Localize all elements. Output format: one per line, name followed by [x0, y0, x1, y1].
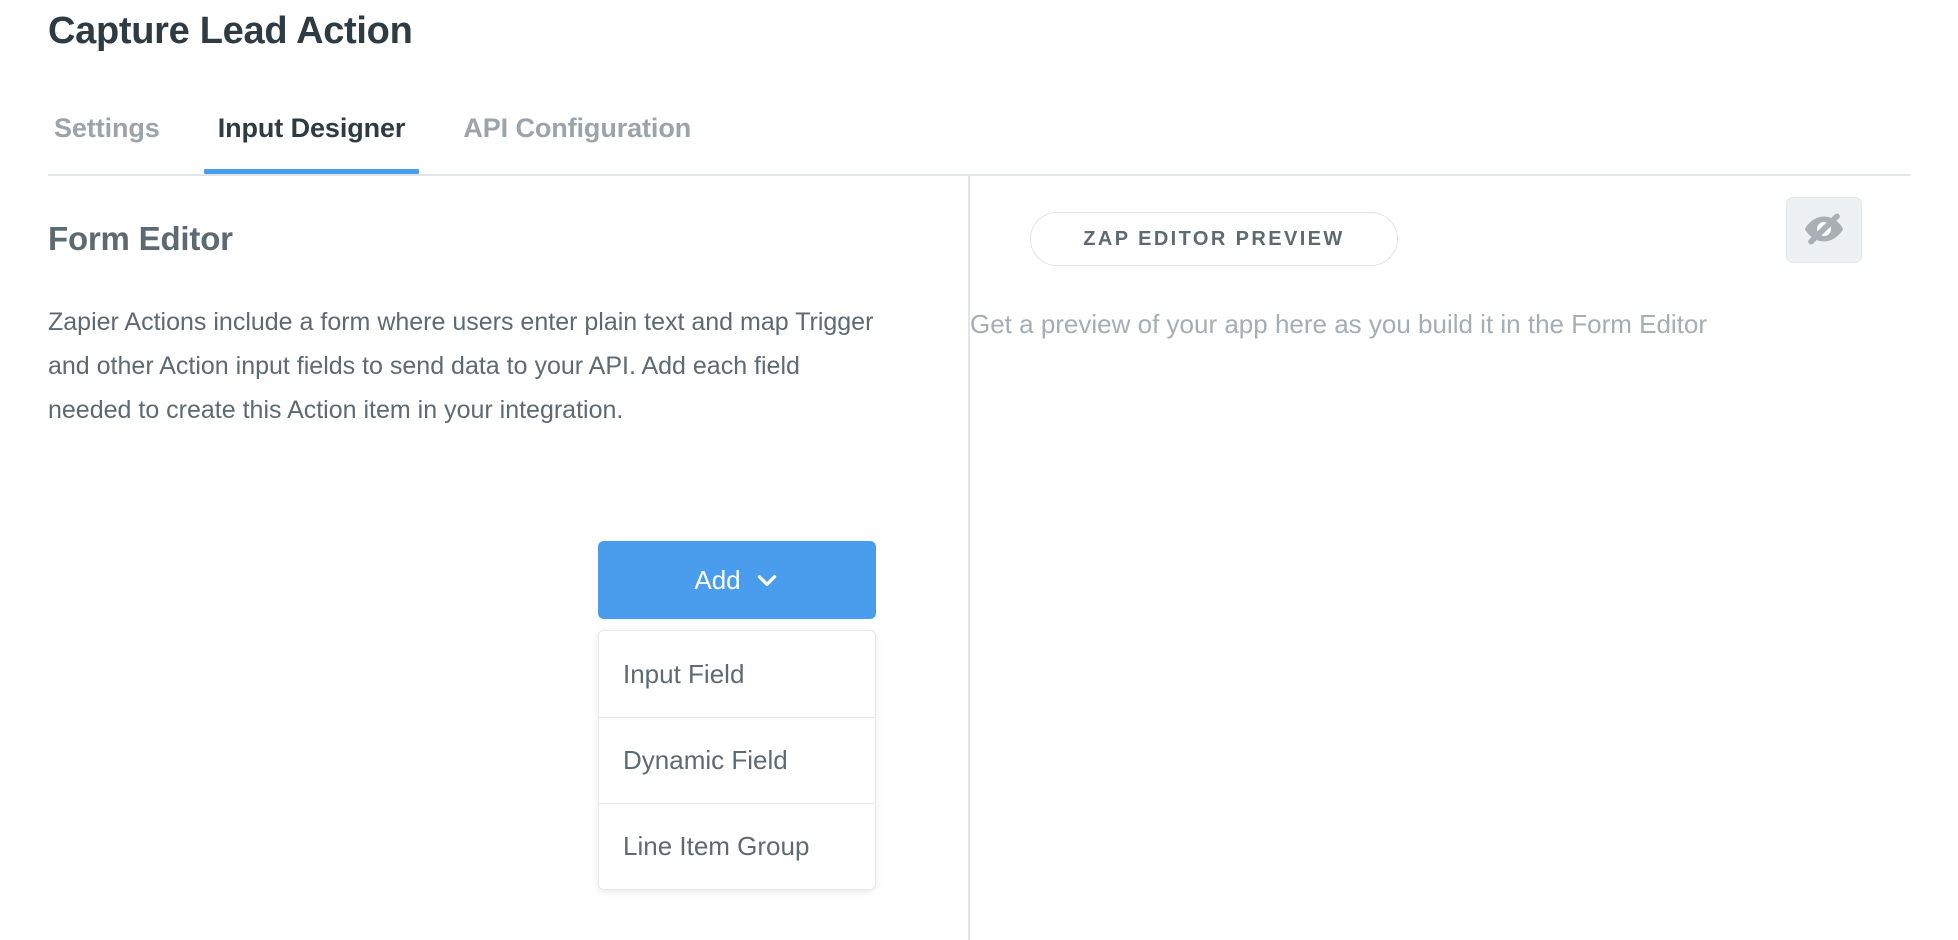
tab-settings[interactable]: Settings: [48, 112, 166, 174]
tab-input-designer[interactable]: Input Designer: [212, 112, 412, 174]
add-menu-container: Add Input Field Dynamic Field Line Item …: [598, 541, 876, 890]
add-button[interactable]: Add: [598, 541, 876, 619]
eye-off-icon: [1804, 209, 1844, 252]
form-editor-heading: Form Editor: [48, 220, 233, 258]
form-editor-panel: Form Editor Zapier Actions include a for…: [48, 176, 938, 940]
chevron-down-icon: [754, 567, 780, 593]
zap-editor-preview-pill[interactable]: ZAP EDITOR PREVIEW: [1030, 212, 1398, 266]
add-button-label: Add: [694, 565, 740, 596]
dropdown-item-input-field[interactable]: Input Field: [599, 631, 875, 717]
tab-api-configuration[interactable]: API Configuration: [457, 112, 697, 174]
preview-description: Get a preview of your app here as you bu…: [970, 302, 1800, 346]
add-dropdown-menu: Input Field Dynamic Field Line Item Grou…: [598, 630, 876, 890]
toggle-preview-button[interactable]: [1786, 197, 1862, 263]
zap-editor-preview-label: ZAP EDITOR PREVIEW: [1083, 228, 1344, 251]
dropdown-item-line-item-group[interactable]: Line Item Group: [599, 803, 875, 889]
tab-bar: Settings Input Designer API Configuratio…: [48, 108, 697, 174]
form-editor-description: Zapier Actions include a form where user…: [48, 300, 874, 432]
zap-editor-preview-panel: ZAP EDITOR PREVIEW Get a preview of your…: [970, 176, 1910, 940]
capture-lead-action-page: Capture Lead Action Settings Input Desig…: [0, 0, 1958, 940]
page-title: Capture Lead Action: [48, 10, 413, 53]
dropdown-item-dynamic-field[interactable]: Dynamic Field: [599, 717, 875, 803]
